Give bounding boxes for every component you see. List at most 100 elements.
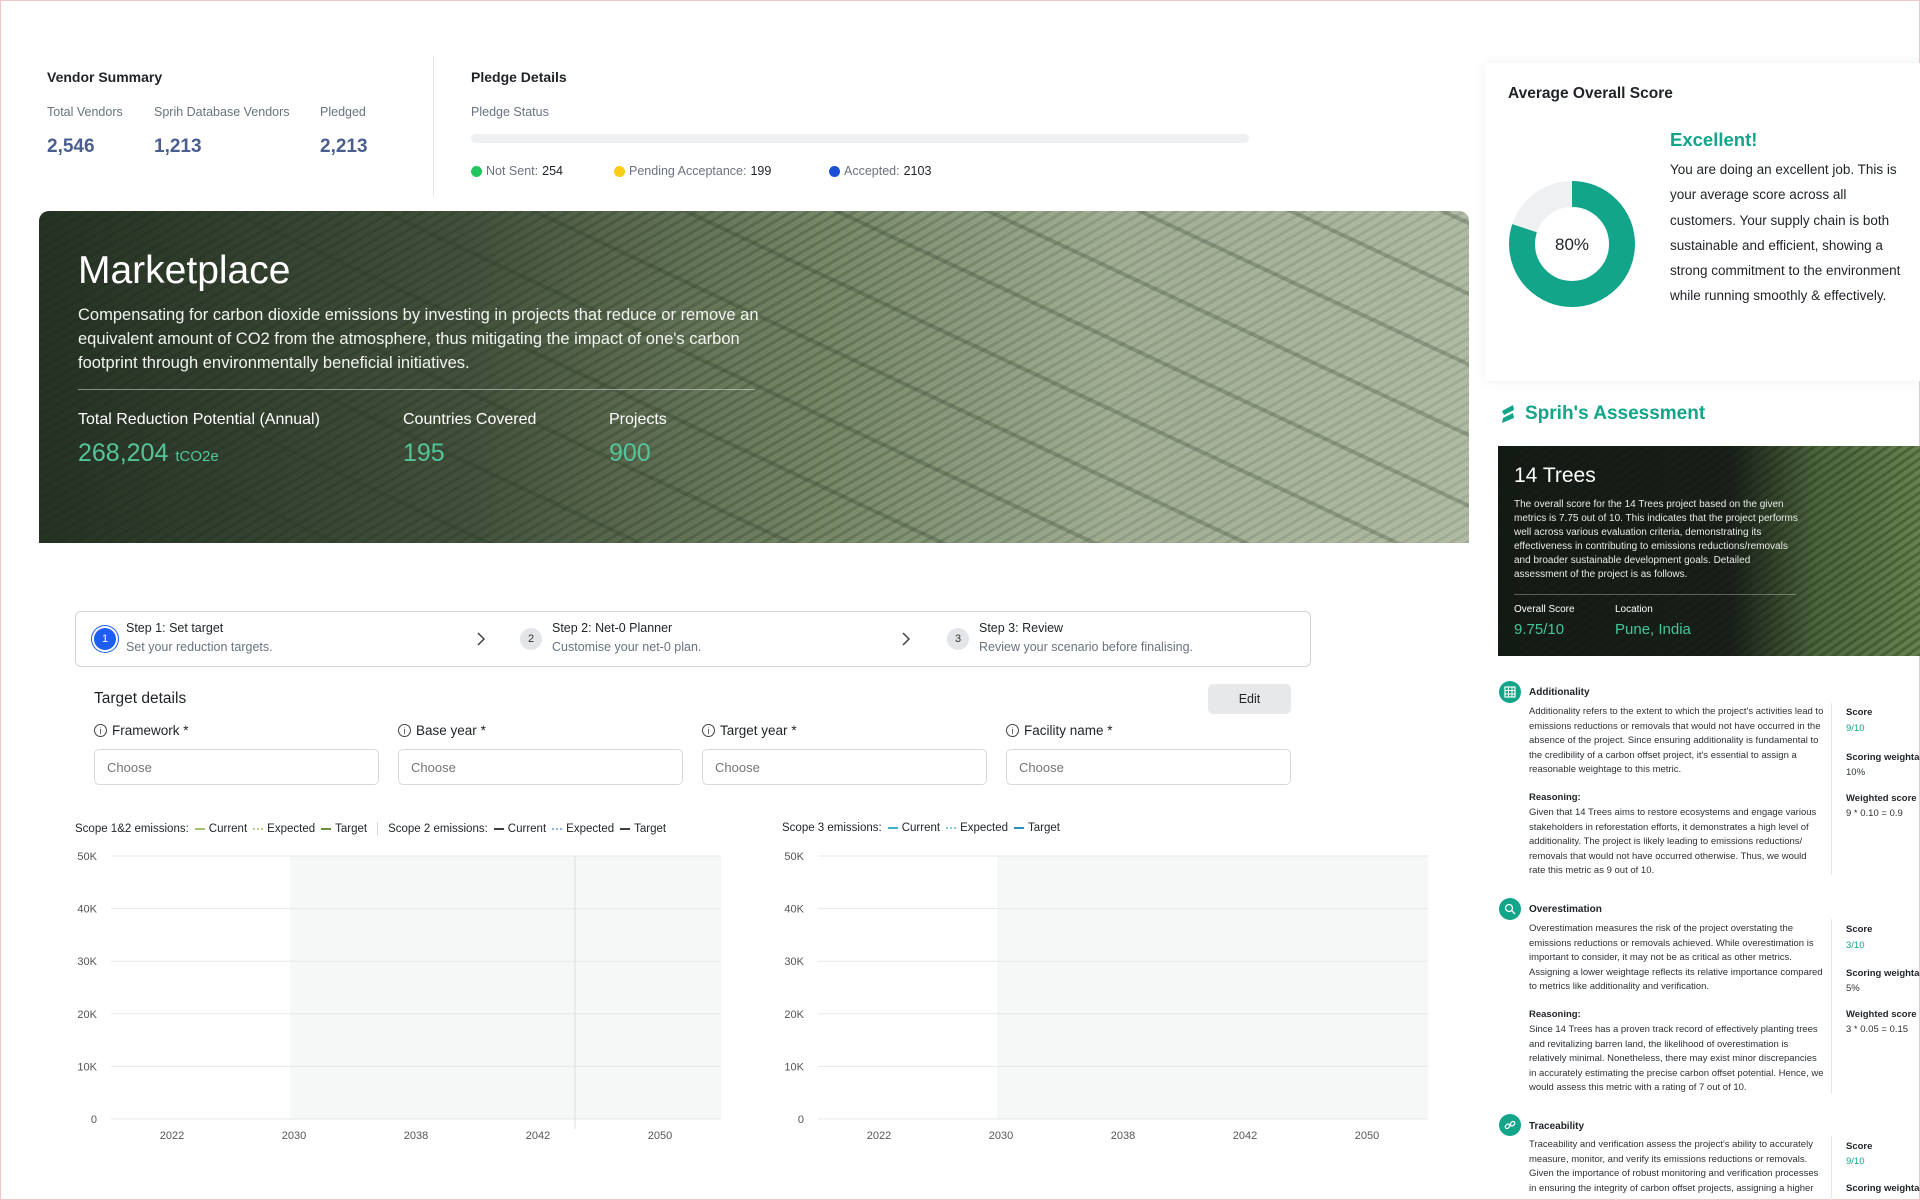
weighted-score-value: 3 * 0.05 = 0.15 (1846, 1024, 1909, 1035)
location-value: Pune, India (1615, 621, 1691, 638)
step-net0-planner[interactable]: 2 Step 2: Net-0 Planner Customise your n… (520, 621, 701, 654)
step-title: Step 2: Net-0 Planner (552, 621, 673, 635)
blue-dot-icon (829, 165, 840, 177)
assessment-title-text: Sprih's Assessment (1525, 403, 1706, 424)
score-label: Score (1846, 1141, 1873, 1152)
line-swatch-icon (493, 828, 504, 830)
legend-item[interactable]: Target (1028, 822, 1060, 834)
weightage-value: 10% (1846, 767, 1866, 778)
metric-name: Traceability (1529, 1121, 1585, 1132)
step-title: Step 1: Set target (126, 621, 224, 635)
metric-description: Additionality refers to the extent to wh… (1529, 706, 1824, 776)
project-name: 14 Trees (1514, 464, 1596, 487)
marketplace-description: Compensating for carbon dioxide emission… (78, 306, 759, 372)
metric-name: Additionality (1529, 687, 1590, 698)
score-value: 9/10 (1846, 723, 1865, 734)
legend-value: 254 (542, 164, 563, 178)
line-swatch-icon (1014, 827, 1025, 829)
y-tick-label: 20K (784, 1009, 804, 1021)
required-mark: * (183, 723, 189, 738)
step-review[interactable]: 3 Step 3: Review Review your scenario be… (947, 621, 1193, 654)
weightage-value: 5% (1846, 983, 1860, 994)
average-score-title: Average Overall Score (1508, 85, 1673, 102)
facility-name-label: i Facility name * (1006, 723, 1113, 738)
green-dot-icon (471, 165, 482, 177)
legend-label: Pending Acceptance: (629, 164, 747, 178)
x-tick-label: 2038 (1111, 1130, 1135, 1141)
info-icon[interactable]: i (398, 724, 411, 737)
y-tick-label: 20K (77, 1009, 97, 1021)
field-label-text: Target year (720, 723, 788, 738)
legend-item[interactable]: Target (634, 823, 666, 835)
facility-name-select[interactable] (1006, 749, 1291, 785)
legend-value: 199 (750, 164, 772, 178)
legend-not-sent: Not Sent: 254 (471, 164, 563, 178)
legend-item[interactable]: Expected (267, 823, 315, 835)
stat-label-projects: Projects (609, 411, 667, 428)
step-set-target[interactable]: 1 Step 1: Set target Set your reduction … (94, 621, 273, 654)
metric-reasoning: Given that 14 Trees aims to restore ecos… (1529, 807, 1817, 877)
metric-divider (1831, 1136, 1832, 1200)
step-number: 2 (520, 628, 542, 650)
y-tick-label: 50K (784, 851, 804, 863)
x-tick-label: 2038 (404, 1130, 428, 1141)
metric-reasoning: Since 14 Trees has a proven track record… (1529, 1024, 1824, 1094)
y-tick-label: 50K (77, 851, 97, 863)
legend-item[interactable]: Target (335, 823, 367, 835)
overall-score-value: 9.75/10 (1514, 621, 1565, 638)
stat-pledged: Pledged 2,213 (320, 105, 368, 158)
weighted-score-label: Weighted score (1846, 1009, 1917, 1020)
link-icon (1499, 1114, 1521, 1136)
chevron-right-icon (902, 632, 911, 646)
target-year-label: i Target year * (702, 723, 797, 738)
score-label: Score (1846, 707, 1873, 718)
line-swatch-icon (887, 827, 898, 829)
legend-label: Not Sent: (486, 164, 539, 178)
edit-button[interactable]: Edit (1208, 684, 1291, 714)
reasoning-label: Reasoning: (1529, 792, 1581, 803)
vendor-summary-title: Vendor Summary (47, 69, 163, 85)
pledge-status-label: Pledge Status (471, 105, 549, 119)
y-tick-label: 40K (784, 904, 804, 916)
legend-item[interactable]: Current (508, 823, 546, 835)
score-value: 9/10 (1846, 1156, 1865, 1167)
info-icon[interactable]: i (94, 724, 107, 737)
stat-value: 1,213 (154, 136, 202, 157)
assessment-title: Sprih's Assessment (1499, 403, 1705, 425)
score-label: Score (1846, 924, 1873, 935)
step-subtitle: Customise your net-0 plan. (552, 640, 702, 654)
info-icon[interactable]: i (1006, 724, 1019, 737)
field-label-text: Base year (416, 723, 477, 738)
legend-item[interactable]: Expected (960, 822, 1008, 834)
legend-item[interactable]: Expected (566, 823, 614, 835)
legend-title: Scope 3 emissions: (782, 822, 882, 834)
y-tick-label: 0 (91, 1114, 97, 1126)
metric-divider (1831, 703, 1832, 875)
step-number: 1 (94, 628, 116, 650)
legend-title: Scope 2 emissions: (388, 823, 488, 835)
framework-label: i Framework * (94, 723, 189, 738)
legend-value: 2103 (903, 164, 932, 178)
stat-value: 2,213 (320, 136, 368, 157)
score-value: 3/10 (1846, 940, 1865, 951)
weightage-label: Scoring weightage (1846, 752, 1920, 763)
y-tick-label: 40K (77, 904, 97, 916)
y-tick-label: 10K (784, 1061, 804, 1073)
x-tick-label: 2050 (648, 1130, 672, 1141)
metric-description: Overestimation measures the risk of the … (1529, 923, 1823, 993)
framework-select[interactable] (94, 749, 379, 785)
legend-item[interactable]: Current (209, 823, 247, 835)
stat-label: Total Vendors (47, 105, 123, 119)
score-donut-chart: 80% (1509, 181, 1635, 307)
required-mark: * (480, 723, 486, 738)
marketplace-banner: Marketplace Compensating for carbon diox… (39, 211, 1469, 543)
location-label: Location (1615, 604, 1653, 615)
target-year-select[interactable] (702, 749, 987, 785)
weighted-score-value: 9 * 0.10 = 0.9 (1846, 808, 1903, 819)
info-icon[interactable]: i (702, 724, 715, 737)
stat-value-reduction: 268,204 tCO2e (78, 439, 219, 468)
base-year-select[interactable] (398, 749, 683, 785)
chart-legend-scope3: Scope 3 emissions: Current Expected Targ… (782, 822, 1060, 834)
legend-item[interactable]: Current (902, 822, 940, 834)
donut-percent: 80% (1555, 235, 1589, 254)
